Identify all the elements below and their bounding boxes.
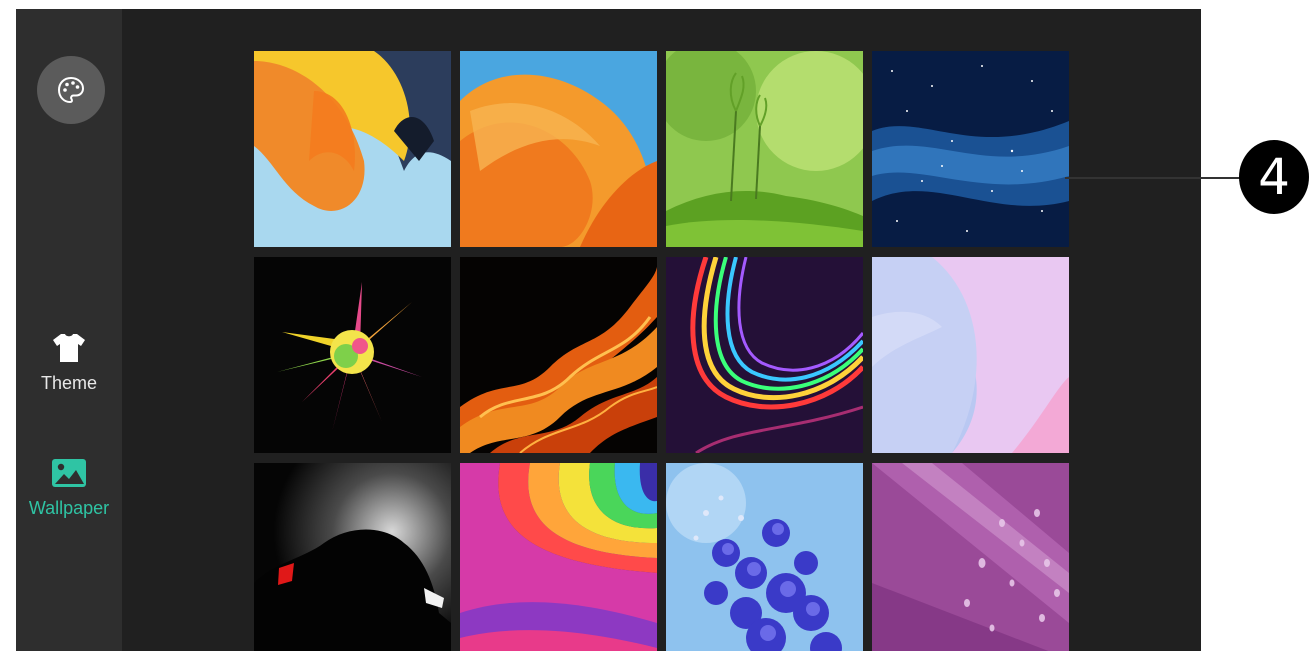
sidebar-item-wallpaper[interactable]: Wallpaper: [16, 456, 122, 519]
wallpaper-blue-flowers[interactable]: [666, 463, 863, 651]
wallpaper-light-streaks[interactable]: [666, 257, 863, 453]
sidebar-item-theme[interactable]: Theme: [16, 331, 122, 394]
callout-badge: 4: [1239, 140, 1309, 214]
wallpaper-blue-starfield[interactable]: [872, 51, 1069, 247]
sidebar: Theme Wallpaper: [16, 9, 122, 651]
palette-button[interactable]: [37, 56, 105, 124]
sidebar-item-label: Theme: [40, 373, 98, 393]
sidebar-item-label: Wallpaper: [28, 498, 110, 518]
wallpaper-orange-yellow-fold[interactable]: [254, 51, 451, 247]
wallpaper-green-sprouts[interactable]: [666, 51, 863, 247]
wallpaper-purple-water-drops[interactable]: [872, 463, 1069, 651]
wallpaper-settings-screen: Theme Wallpaper: [16, 9, 1201, 651]
wallpaper-flames[interactable]: [460, 257, 657, 453]
wallpaper-pastel-curves[interactable]: [872, 257, 1069, 453]
wallpaper-rainbow-waves[interactable]: [460, 463, 657, 651]
wallpaper-orange-petals[interactable]: [460, 51, 657, 247]
wallpaper-dark-car-silhouette[interactable]: [254, 463, 451, 651]
callout-line: [1065, 177, 1240, 179]
tshirt-icon: [53, 334, 85, 362]
image-icon: [52, 459, 86, 487]
wallpaper-color-powder-burst[interactable]: [254, 257, 451, 453]
palette-icon: [57, 76, 85, 104]
